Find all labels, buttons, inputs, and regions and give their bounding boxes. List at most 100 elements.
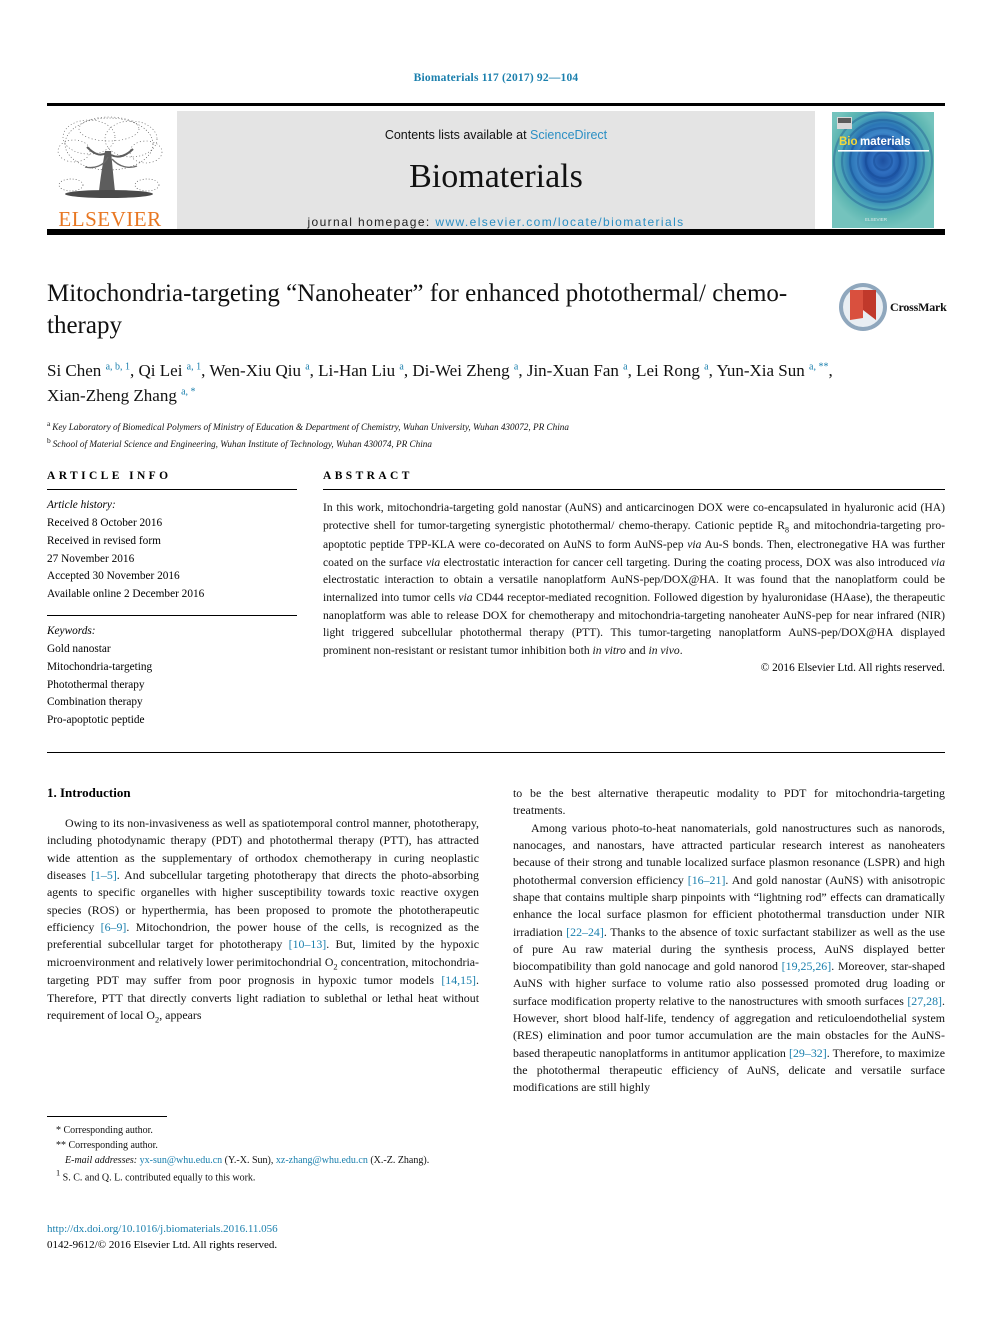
running-head: Biomaterials 117 (2017) 92—104 (413, 72, 579, 84)
elsevier-tree-icon (57, 116, 163, 198)
doi-block: http://dx.doi.org/10.1016/j.biomaterials… (47, 1222, 479, 1254)
body-column-right: to be the best alternative therapeutic m… (513, 785, 945, 1197)
citation-link[interactable]: [1–5] (91, 868, 117, 882)
history-items: Received 8 October 2016 Received in revis… (47, 515, 297, 604)
footnote-equal-contribution: 1 S. C. and Q. L. contributed equally to… (47, 1168, 479, 1185)
author-affiliation-marks: a, * (181, 385, 196, 397)
keywords-block: Keywords: Gold nanostar Mitochondria-targ… (47, 623, 297, 730)
email-link-zhang[interactable]: xz-zhang@whu.edu.cn (276, 1155, 368, 1166)
abstract-heading: ABSTRACT (323, 470, 413, 482)
keyword-item: Gold nanostar (47, 642, 111, 655)
footnote-emails: E-mail addresses: yx-sun@whu.edu.cn (Y.-… (47, 1153, 479, 1168)
author-separator: , (309, 361, 319, 380)
footnote-marker-doublestar: ** (56, 1140, 66, 1151)
citation-link[interactable]: [6–9] (101, 920, 127, 934)
footnote-marker-star: * (56, 1125, 61, 1136)
citation-link[interactable]: [10–13] (289, 937, 327, 951)
homepage-prefix: journal homepage: (307, 215, 436, 229)
column-headings: ARTICLE INFO Article history: Received 8… (47, 470, 945, 730)
intro-paragraph-right-2: Among various photo-to-heat nanomaterial… (513, 820, 946, 1095)
issn-copyright-line: 0142-9612/© 2016 Elsevier Ltd. All right… (47, 1238, 278, 1251)
journal-homepage-line: journal homepage: www.elsevier.com/locat… (177, 215, 815, 229)
email-label: E-mail addresses: (65, 1155, 138, 1166)
author-name: Xian-Zheng Zhang (47, 385, 182, 405)
masthead-top-rule (47, 103, 945, 106)
author-name: Yun-Xia Sun (716, 361, 809, 380)
citation-link[interactable]: [29–32] (789, 1046, 827, 1060)
intro-paragraph-right-continued: to be the best alternative therapeutic m… (513, 786, 945, 818)
footnote-corresponding-1: * Corresponding author. (47, 1123, 479, 1138)
author-list: Si Chen a, b, 1, Qi Lei a, 1, Wen-Xiu Qi… (47, 359, 837, 408)
journal-cover-image: Bio materials ELSEVIER (823, 107, 943, 233)
citation-link[interactable]: [27,28] (907, 994, 942, 1008)
sciencedirect-link[interactable]: ScienceDirect (530, 128, 607, 142)
journal-homepage-link[interactable]: www.elsevier.com/locate/biomaterials (435, 215, 684, 229)
author-separator: , (130, 361, 139, 380)
author-separator: , (518, 361, 527, 380)
article-history-item: Received in revised form (47, 534, 161, 547)
keyword-item: Photothermal therapy (47, 678, 145, 691)
footnote-equal-contribution-text: S. C. and Q. L. contributed equally to t… (62, 1172, 256, 1184)
email-link-sun[interactable]: yx-sun@whu.edu.cn (140, 1155, 223, 1166)
svg-text:Bio: Bio (839, 136, 858, 148)
title-block: Mitochondria-targeting “Nanoheater” for … (47, 278, 837, 451)
email-owner-sun: (Y.-X. Sun), (224, 1155, 274, 1166)
article-history-item: Received 8 October 2016 (47, 516, 163, 529)
author-name: Wen-Xiu Qiu (209, 361, 306, 380)
journal-title: Biomaterials (409, 158, 583, 195)
svg-text:materials: materials (860, 136, 911, 148)
keyword-item: Mitochondria-targeting (47, 660, 153, 673)
citation-link[interactable]: [14,15] (441, 973, 476, 987)
author-name: Li-Han Liu (318, 361, 400, 380)
affiliation-item: a Key Laboratory of Biomedical Polymers … (47, 418, 837, 434)
email-owner-zhang: (X.-Z. Zhang). (370, 1155, 430, 1166)
article-history-item: Accepted 30 November 2016 (47, 570, 180, 583)
body-separator-rule (47, 752, 945, 753)
article-history-label: Article history: (47, 499, 116, 511)
section-heading-introduction: 1. Introduction (47, 785, 131, 800)
author-name: Si Chen (47, 361, 106, 380)
author-separator: , (627, 361, 637, 380)
footnote-block: * Corresponding author. ** Corresponding… (47, 1116, 479, 1185)
author-name: Di-Wei Zheng (412, 361, 514, 380)
affiliation-text: Key Laboratory of Biomedical Polymers of… (52, 422, 569, 433)
footnote-corresponding-1-text: Corresponding author. (63, 1125, 153, 1136)
keyword-items: Gold nanostar Mitochondria-targeting Photo… (47, 641, 297, 730)
doi-link[interactable]: http://dx.doi.org/10.1016/j.biomaterials… (47, 1223, 278, 1235)
intro-paragraph-left: Owing to its non-invasiveness as well as… (47, 816, 479, 1025)
elsevier-logo: ELSEVIER (49, 111, 171, 231)
author-name: Jin-Xuan Fan (526, 361, 624, 380)
article-history-item: Available online 2 December 2016 (47, 588, 205, 601)
author-affiliation-marks: a, 1 (186, 361, 202, 373)
affiliation-text: School of Material Science and Engineeri… (52, 438, 432, 449)
paper-page: Biomaterials 117 (2017) 92—104 ELSEVIER … (0, 0, 992, 1323)
citation-link[interactable]: [22–24] (566, 925, 604, 939)
article-history-item: 27 November 2016 (47, 552, 135, 565)
citation-link[interactable]: [19,25,26] (782, 959, 832, 973)
crossmark-icon (839, 283, 887, 331)
article-history: Article history: Received 8 October 2016… (47, 497, 297, 604)
journal-cover-thumbnail: Bio materials ELSEVIER (823, 107, 943, 233)
crossmark-label: CrossMark (890, 300, 947, 314)
page-title: Mitochondria-targeting “Nanoheater” for … (47, 280, 788, 339)
abstract-column: ABSTRACT In this work, mitochondria-targ… (323, 470, 945, 730)
author-name: Lei Rong (636, 361, 705, 380)
abstract-text: In this work, mitochondria-targeting gol… (323, 501, 945, 657)
author-name: Qi Lei (138, 361, 187, 380)
footnote-corresponding-2: ** Corresponding author. (47, 1138, 479, 1153)
footnote-rule (47, 1116, 167, 1117)
keyword-item: Combination therapy (47, 696, 143, 709)
affiliation-list: a Key Laboratory of Biomedical Polymers … (47, 418, 837, 451)
journal-masthead: ELSEVIER Contents lists available at Sci… (47, 103, 945, 235)
journal-banner: Contents lists available at ScienceDirec… (177, 111, 815, 229)
article-info-rule (47, 489, 297, 490)
author-affiliation-marks: a, b, 1 (105, 361, 131, 373)
info-abstract-region: ARTICLE INFO Article history: Received 8… (47, 470, 945, 730)
footnote-marker-one: 1 (56, 1169, 61, 1178)
citation-link[interactable]: [16–21] (688, 873, 726, 887)
affiliation-item: b School of Material Science and Enginee… (47, 435, 837, 451)
crossmark-badge[interactable]: CrossMark (838, 282, 947, 334)
author-affiliation-marks: a, ** (809, 361, 829, 373)
article-info-column: ARTICLE INFO Article history: Received 8… (47, 470, 297, 730)
keywords-label: Keywords: (47, 625, 96, 638)
